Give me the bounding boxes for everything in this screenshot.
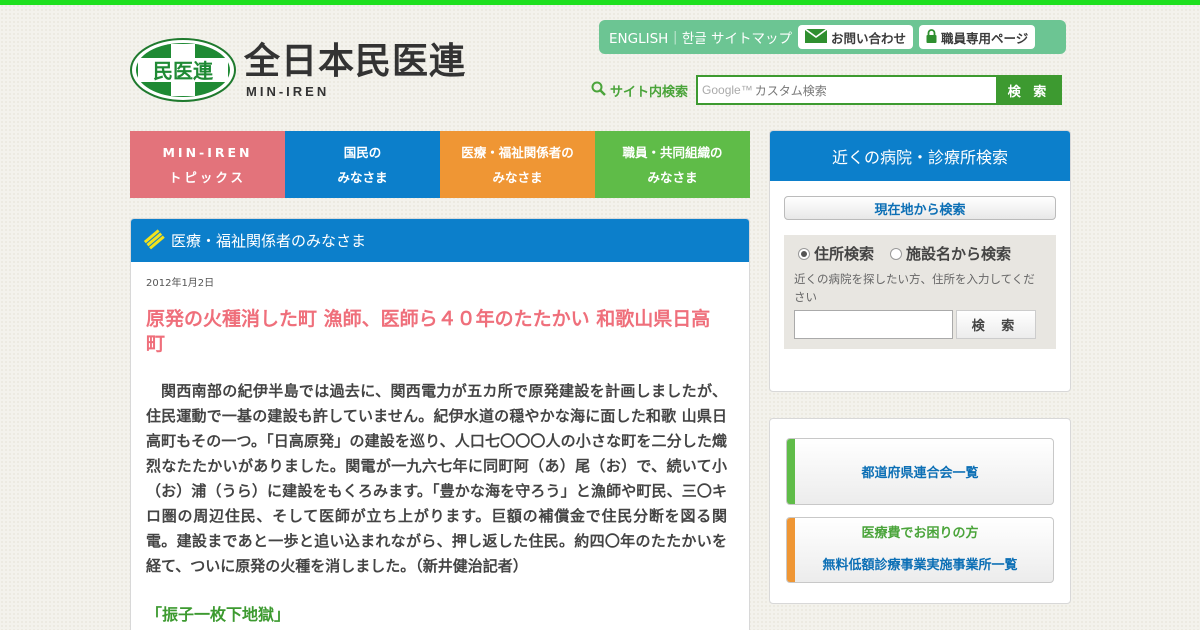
nav-label-line1: 国民の — [343, 144, 382, 160]
article-section-header: 医療・福祉関係者のみなさま — [131, 219, 749, 262]
search-input[interactable]: Google™ カスタム検索 — [696, 75, 997, 105]
site-logo[interactable]: 民医連 全日本民医連 MIN-IREN — [130, 38, 466, 102]
mail-icon — [804, 27, 828, 46]
facility-search-label: 施設名から検索 — [906, 245, 1012, 263]
pencil-icon — [143, 228, 165, 254]
medical-cost-label: 医療費でお困りの方 — [861, 526, 979, 541]
contact-button[interactable]: お問い合わせ — [797, 25, 913, 49]
nav-label-line1: 職員・共同組織の — [622, 144, 723, 160]
address-search-radio[interactable] — [798, 247, 810, 260]
free-low-cost-clinic-link[interactable]: 医療費でお困りの方 無料低額診療事業実施事業所一覧 — [786, 517, 1054, 583]
link-panel: 都道府県連合会一覧 医療費でお困りの方 無料低額診療事業実施事業所一覧 — [769, 418, 1071, 604]
site-search-label: サイト内検索 — [591, 81, 688, 100]
current-location-search-button[interactable]: 現在地から検索 — [784, 196, 1056, 220]
prefecture-federation-label: 都道府県連合会一覧 — [861, 466, 979, 481]
article-subheading: 「振子一枚下地獄」 — [146, 605, 291, 624]
address-search-box: 住所検索 施設名から検索 近くの病院を探したい方、住所を入力してください 検 索 — [784, 235, 1056, 349]
search-placeholder: カスタム検索 — [754, 83, 827, 98]
nav-public[interactable]: 国民の みなさま — [285, 131, 440, 198]
language-sitemap-links[interactable]: ENGLISH｜한글 サイトマップ — [609, 27, 792, 47]
staff-page-button[interactable]: 職員専用ページ — [918, 25, 1036, 49]
address-search-button[interactable]: 検 索 — [956, 310, 1036, 339]
nav-medical-welfare[interactable]: 医療・福祉関係者の みなさま — [440, 131, 595, 198]
nav-min-iren-topics[interactable]: MIN-IREN トピックス — [130, 131, 285, 198]
finder-title: 近くの病院・診療所検索 — [770, 131, 1070, 181]
main-navigation: MIN-IREN トピックス 国民の みなさま 医療・福祉関係者の みなさま 職… — [130, 131, 750, 198]
nav-label-line2: みなさま — [492, 169, 543, 185]
nav-label-line1: MIN-IREN — [162, 144, 253, 160]
free-clinic-list-label: 無料低額診療事業実施事業所一覧 — [822, 558, 1018, 573]
address-input[interactable] — [794, 310, 953, 339]
nav-label-line1: 医療・福祉関係者の — [461, 144, 574, 160]
article-date: 2012年1月2日 — [146, 278, 215, 289]
logo-subtitle: MIN-IREN — [246, 84, 330, 99]
staff-page-label: 職員専用ページ — [940, 30, 1029, 46]
nav-label-line2: みなさま — [337, 169, 388, 185]
finder-hint: 近くの病院を探したい方、住所を入力してください — [794, 272, 1035, 304]
nav-staff-cooperative[interactable]: 職員・共同組織の みなさま — [595, 131, 750, 198]
search-icon — [591, 81, 606, 100]
facility-search-radio[interactable] — [890, 247, 903, 260]
top-accent-bar — [0, 0, 1200, 5]
site-search: サイト内検索 Google™ カスタム検索 検 索 — [591, 75, 1063, 105]
address-search-label: 住所検索 — [814, 245, 875, 263]
google-mark: Google™ — [702, 83, 753, 97]
logo-title: 全日本民医連 — [244, 41, 467, 82]
hospital-finder: 近くの病院・診療所検索 現在地から検索 住所検索 施設名から検索 近くの病院を探… — [769, 130, 1071, 392]
article-title: 原発の火種消した町 漁師、医師ら４０年のたたかい 和歌山県日高町 — [146, 308, 711, 355]
article-panel: 医療・福祉関係者のみなさま 2012年1月2日 原発の火種消した町 漁師、医師ら… — [130, 218, 750, 630]
logo-mark-text: 民医連 — [153, 59, 214, 83]
prefecture-federation-link[interactable]: 都道府県連合会一覧 — [786, 438, 1054, 505]
contact-label: お問い合わせ — [830, 30, 906, 46]
logo-emblem: 民医連 — [130, 38, 236, 102]
lock-icon — [926, 28, 937, 46]
nav-label-line2: みなさま — [647, 169, 698, 185]
utility-bar: ENGLISH｜한글 サイトマップ お問い合わせ 職員専用ページ — [599, 20, 1066, 54]
search-button[interactable]: 検 索 — [996, 75, 1063, 105]
article-body: 関西南部の紀伊半島では過去に、関西電力が五カ所で原発建設を計画しましたが、住民運… — [146, 382, 727, 575]
nav-label-line2: トピックス — [168, 169, 247, 185]
article-section-title: 医療・福祉関係者のみなさま — [171, 232, 367, 250]
